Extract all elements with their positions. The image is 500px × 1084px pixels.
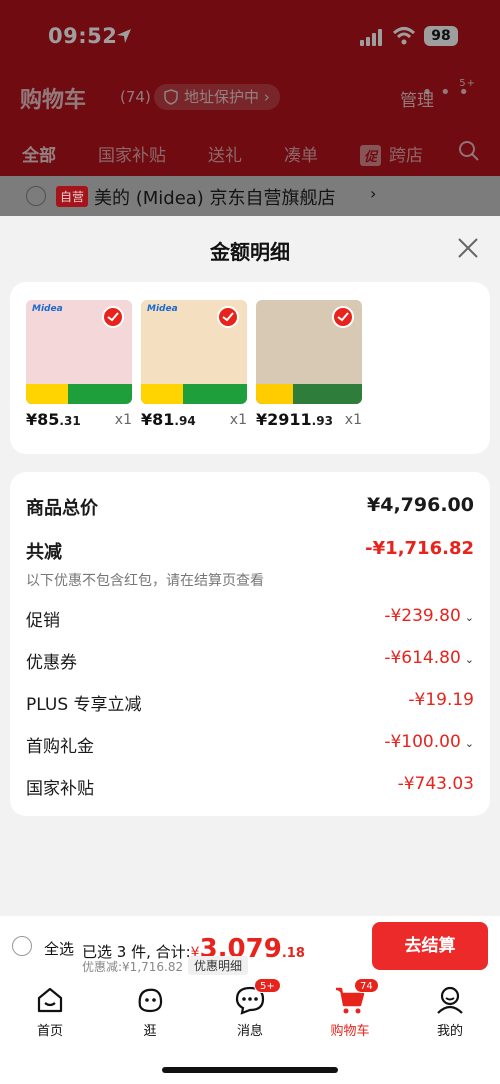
- discount-amount: -¥239.80: [384, 606, 461, 626]
- product-quantity: x1: [114, 412, 132, 428]
- select-all-radio[interactable]: [12, 936, 32, 956]
- product-item[interactable]: Midea ¥81.94 x1: [141, 300, 247, 430]
- product-image: [256, 300, 362, 404]
- discount-row-subsidy: 国家补贴 -¥743.03: [26, 774, 474, 799]
- discount-note: 以下优惠不包含红包，请在结算页查看: [26, 573, 264, 589]
- brand-logo: Midea: [147, 304, 178, 314]
- discount-label: 国家补贴: [26, 779, 94, 799]
- tab-label: 购物车: [330, 1024, 370, 1039]
- discount-row-first-purchase[interactable]: 首购礼金 -¥100.00 ⌄: [26, 732, 474, 757]
- product-price: ¥81.94 x1: [141, 410, 247, 430]
- chevron-down-icon: ⌄: [464, 653, 474, 666]
- price-decimal: .31: [59, 414, 81, 428]
- tab-home[interactable]: 首页: [10, 984, 90, 1039]
- select-all-label[interactable]: 全选: [44, 938, 74, 959]
- discount-summary: 优惠减:¥1,716.82: [82, 960, 184, 974]
- product-quantity: x1: [229, 412, 247, 428]
- checkmark-icon: [102, 306, 124, 328]
- discount-label: 首购礼金: [26, 737, 94, 757]
- discount-detail-link[interactable]: 优惠明细: [188, 956, 249, 975]
- reduction-label: 共减: [26, 542, 62, 563]
- price-breakdown-card: 商品总价 ¥4,796.00 共减 -¥1,716.82 以下优惠不包含红包，请…: [10, 472, 490, 816]
- checkmark-icon: [332, 306, 354, 328]
- discount-value: -¥743.03: [397, 774, 474, 794]
- price-decimal: .94: [174, 414, 196, 428]
- price-integer: ¥2911: [256, 410, 312, 429]
- product-quantity: x1: [344, 412, 362, 428]
- profile-icon: [434, 984, 466, 1016]
- product-price: ¥2911.93 x1: [256, 410, 362, 430]
- tab-label: 首页: [36, 1024, 63, 1039]
- discount-value: -¥239.80 ⌄: [384, 606, 474, 626]
- shop-select-radio[interactable]: [26, 186, 46, 206]
- discount-amount: -¥614.80: [384, 648, 461, 668]
- home-indicator: [162, 1067, 338, 1073]
- discount-row-plus: PLUS 专享立减 -¥19.19: [26, 690, 474, 715]
- tab-label: 消息: [236, 1024, 263, 1039]
- message-icon: 5+: [234, 978, 281, 1016]
- close-icon[interactable]: [456, 236, 480, 260]
- tab-browse[interactable]: 逛: [110, 984, 190, 1039]
- price-detail-sheet: 金额明细 Midea ¥85.31 x1 Midea ¥81.94 x1 ¥29…: [0, 216, 500, 916]
- selected-products-card: Midea ¥85.31 x1 Midea ¥81.94 x1 ¥2911.93…: [10, 282, 490, 454]
- discount-label: PLUS 专享立减: [26, 695, 142, 715]
- browse-icon: [134, 984, 166, 1016]
- total-label: 商品总价: [26, 498, 98, 519]
- cart-icon: 74: [334, 978, 379, 1016]
- shop-name[interactable]: 美的 (Midea) 京东自营旗舰店: [94, 184, 336, 210]
- discount-label: 优惠券: [26, 653, 77, 673]
- discount-value: -¥614.80 ⌄: [384, 648, 474, 668]
- home-icon: [34, 984, 66, 1016]
- chevron-right-icon: ›: [370, 184, 377, 203]
- checkmark-icon: [217, 306, 239, 328]
- tab-messages[interactable]: 5+ 消息: [210, 978, 290, 1039]
- discount-row-promotion[interactable]: 促销 -¥239.80 ⌄: [26, 606, 474, 631]
- chevron-down-icon: ⌄: [464, 611, 474, 624]
- self-operated-badge: 自营: [56, 186, 89, 207]
- product-image: Midea: [141, 300, 247, 404]
- product-item[interactable]: ¥2911.93 x1: [256, 300, 362, 430]
- product-image-band: [141, 384, 184, 404]
- sheet-title: 金额明细: [210, 240, 290, 264]
- total-row: 商品总价 ¥4,796.00: [26, 494, 474, 519]
- brand-logo: Midea: [32, 304, 63, 314]
- reduction-row: 共减 -¥1,716.82: [26, 538, 474, 563]
- product-image: Midea: [26, 300, 132, 404]
- total-amount-decimal: .18: [281, 946, 305, 961]
- product-image-band: [26, 384, 69, 404]
- chevron-down-icon: ⌄: [464, 737, 474, 750]
- checkout-button[interactable]: 去结算: [372, 922, 488, 970]
- discount-label: 促销: [26, 611, 60, 631]
- shop-row: 自营 美的 (Midea) 京东自营旗舰店 ›: [0, 176, 500, 216]
- tab-label: 逛: [143, 1024, 157, 1039]
- total-value: ¥4,796.00: [367, 494, 474, 516]
- discount-amount: -¥100.00: [384, 732, 461, 752]
- message-badge: 5+: [254, 978, 281, 993]
- discount-row-coupon[interactable]: 优惠券 -¥614.80 ⌄: [26, 648, 474, 673]
- tab-profile[interactable]: 我的: [410, 984, 490, 1039]
- cart-badge: 74: [354, 978, 379, 993]
- tab-cart[interactable]: 74 购物车: [310, 978, 390, 1039]
- checkout-bar: 全选 已选 3 件, 合计:¥3,079.18 优惠减:¥1,716.82 优惠…: [0, 916, 500, 976]
- price-decimal: .93: [311, 414, 333, 428]
- discount-value: -¥100.00 ⌄: [384, 732, 474, 752]
- price-integer: ¥85: [26, 410, 60, 429]
- product-price: ¥85.31 x1: [26, 410, 132, 430]
- product-item[interactable]: Midea ¥85.31 x1: [26, 300, 132, 430]
- price-integer: ¥81: [141, 410, 175, 429]
- discount-value: -¥19.19: [408, 690, 474, 710]
- product-image-band: [256, 384, 294, 404]
- reduction-value: -¥1,716.82: [365, 538, 474, 559]
- tab-label: 我的: [436, 1024, 463, 1039]
